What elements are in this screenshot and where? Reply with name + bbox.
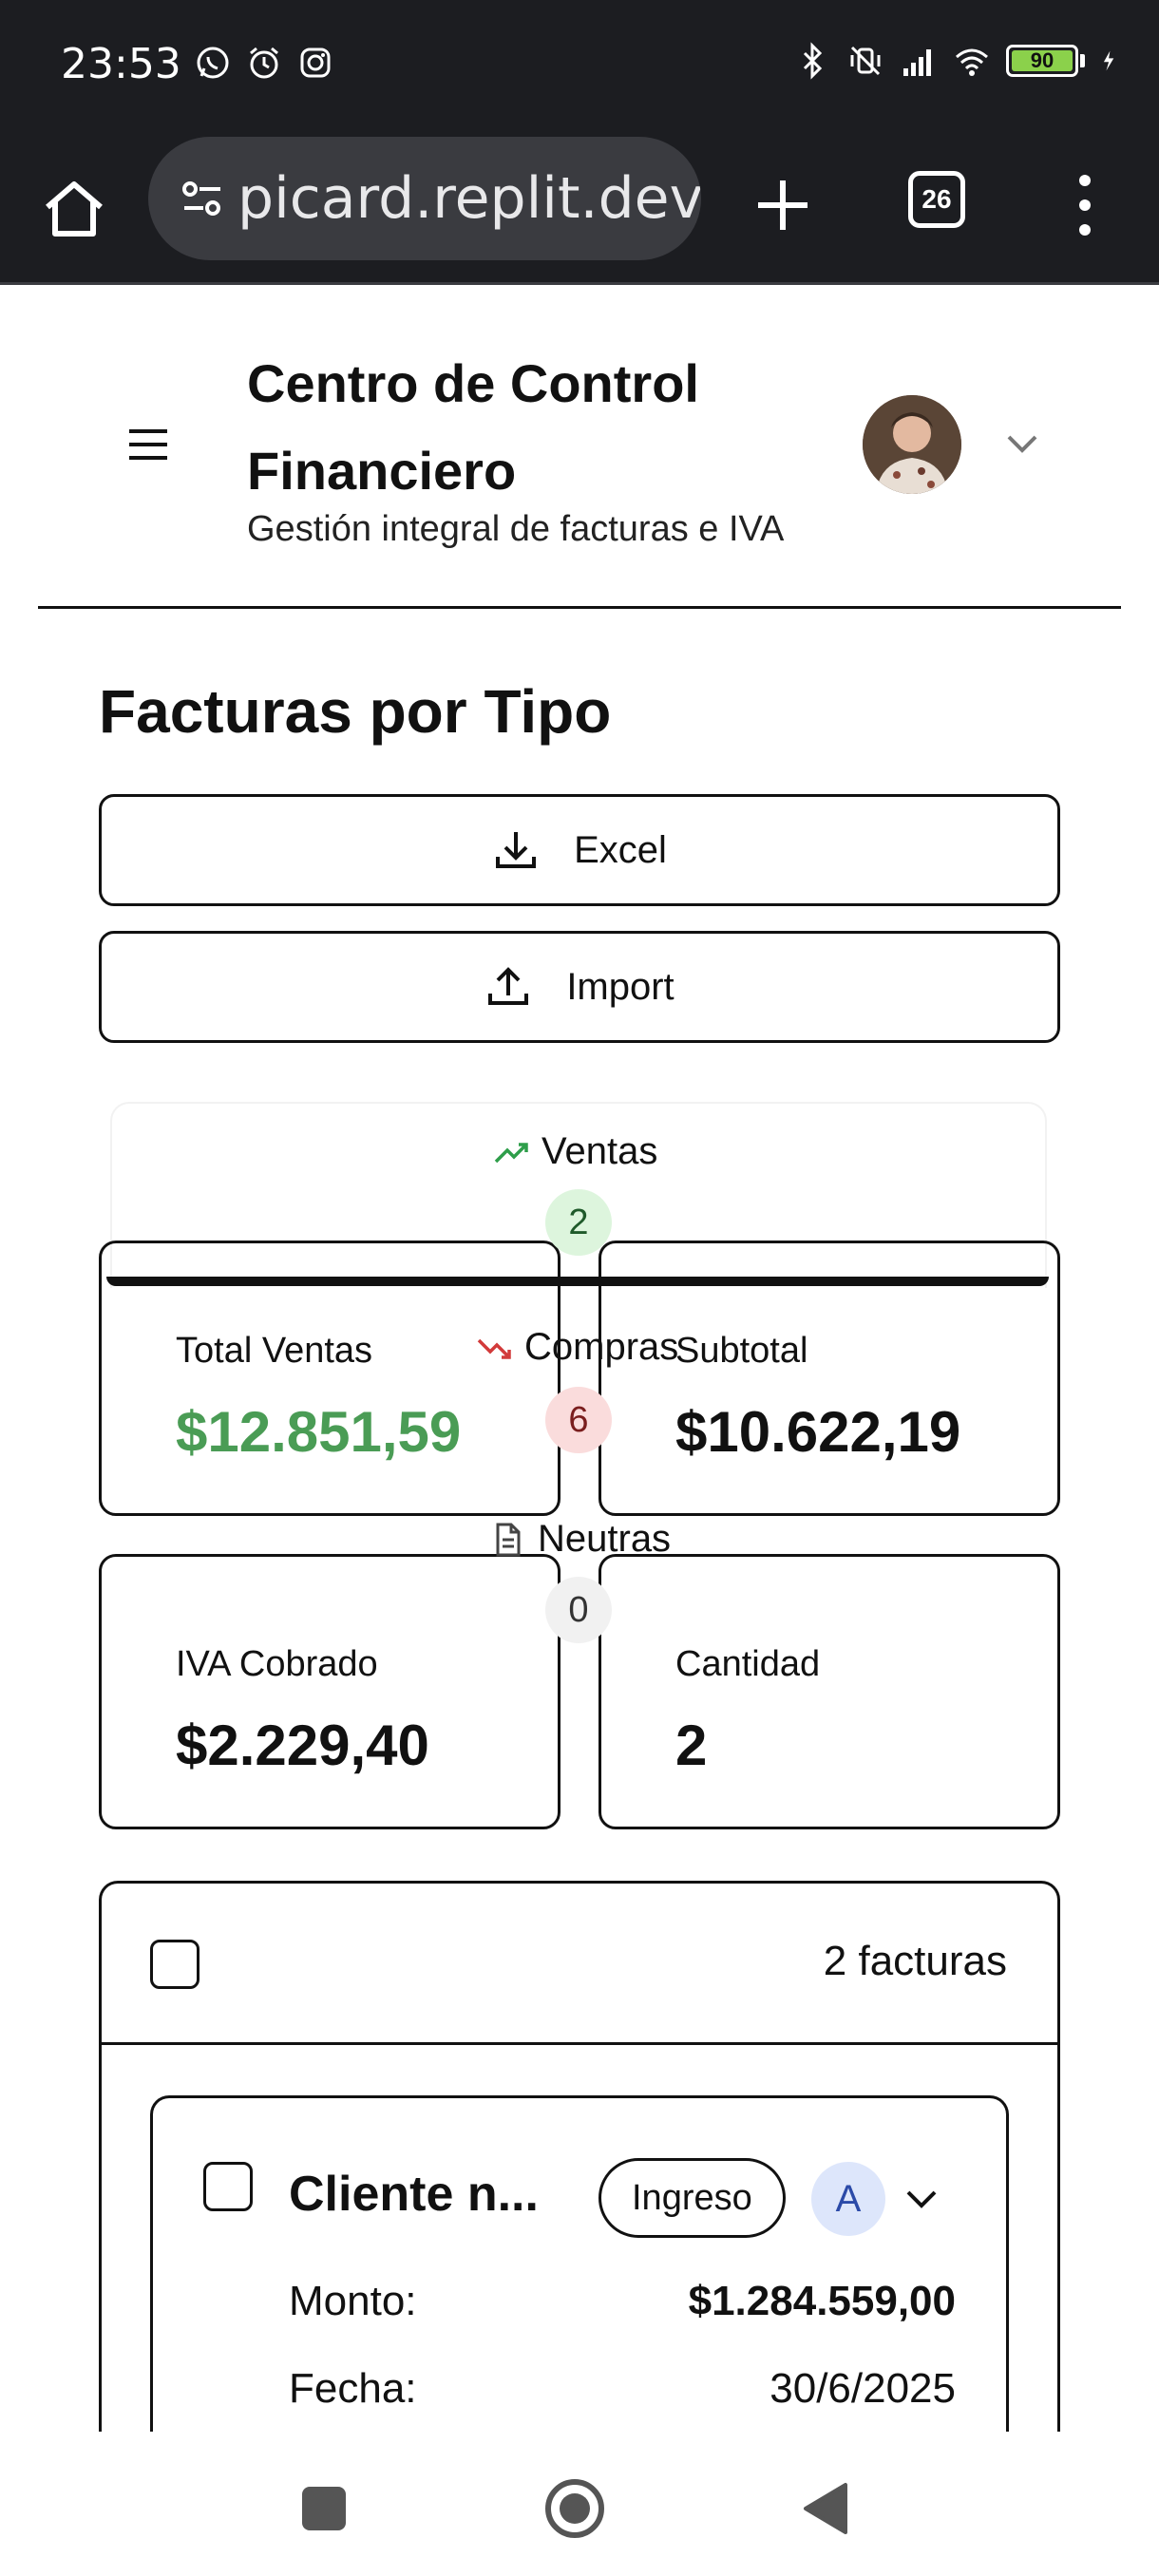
signal-icon: [903, 49, 931, 76]
trending-up-icon: [494, 1142, 528, 1163]
vibrate-off-icon: [850, 46, 881, 76]
iva-cobrado-value: $2.229,40: [176, 1714, 429, 1777]
fecha-value: 30/6/2025: [770, 2365, 956, 2412]
tab-compras-label: Compras: [524, 1326, 679, 1368]
iva-cobrado-label: IVA Cobrado: [176, 1644, 378, 1684]
select-all-checkbox[interactable]: [150, 1940, 200, 1989]
upload-icon: [488, 967, 529, 1005]
cantidad-label: Cantidad: [675, 1644, 821, 1684]
total-ventas-value: $12.851,59: [176, 1400, 462, 1464]
tab-ventas[interactable]: Ventas: [492, 1130, 657, 1173]
fecha-label: Fecha:: [289, 2365, 417, 2412]
address-bar[interactable]: picard.replit.dev: [148, 137, 701, 260]
subtotal-label: Subtotal: [675, 1331, 808, 1371]
section-title: Facturas por Tipo: [99, 677, 612, 746]
iva-cobrado-card: IVA Cobrado $2.229,40: [99, 1554, 560, 1829]
expand-chevron-icon[interactable]: [904, 2185, 939, 2213]
download-icon: [496, 832, 537, 868]
home-circle-icon[interactable]: [543, 2477, 606, 2540]
tab-neutras-label: Neutras: [538, 1518, 672, 1560]
subtotal-value: $10.622,19: [675, 1400, 961, 1464]
instagram-icon: [300, 47, 331, 78]
tab-compras-count: 6: [545, 1387, 612, 1453]
tab-compras[interactable]: Compras: [475, 1326, 678, 1369]
url-text[interactable]: picard.replit.dev: [238, 165, 701, 232]
hamburger-menu-icon[interactable]: [127, 427, 169, 462]
tab-ventas-count: 2: [545, 1189, 612, 1256]
app-title: Centro de Control Financiero: [247, 353, 699, 501]
status-time: 23:53: [61, 40, 181, 88]
monto-label: Monto:: [289, 2278, 417, 2324]
recents-button[interactable]: [302, 2487, 346, 2530]
header-divider: [38, 606, 1121, 609]
back-triangle-icon[interactable]: [800, 2481, 849, 2536]
user-avatar[interactable]: [863, 395, 961, 494]
status-bar: 23:53 90: [0, 0, 1159, 133]
total-ventas-label: Total Ventas: [176, 1331, 373, 1371]
alarm-icon: [250, 47, 278, 79]
cantidad-value: 2: [675, 1714, 708, 1777]
invoice-count: 2 facturas: [823, 1938, 1007, 1984]
invoice-type-badge: Ingreso: [598, 2158, 786, 2238]
subtotal-card: Subtotal $10.622,19: [598, 1241, 1060, 1516]
system-nav-bar: [0, 2432, 1159, 2576]
site-settings-icon[interactable]: [175, 170, 232, 227]
invoice-client-name: Cliente n...: [289, 2167, 539, 2222]
browser-toolbar: picard.replit.dev 26: [0, 133, 1159, 285]
tab-neutras[interactable]: Neutras: [488, 1518, 671, 1561]
battery-level: 90: [1012, 48, 1073, 72]
more-menu-icon[interactable]: [1066, 167, 1104, 243]
new-tab-icon[interactable]: [750, 173, 815, 237]
excel-export-button[interactable]: Excel: [99, 794, 1060, 906]
bluetooth-icon: [803, 42, 823, 80]
import-button-label: Import: [566, 965, 674, 1008]
wifi-icon: [956, 48, 988, 76]
import-button[interactable]: Import: [99, 931, 1060, 1043]
cantidad-card: Cantidad 2: [598, 1554, 1060, 1829]
monto-value: $1.284.559,00: [688, 2278, 956, 2324]
home-icon[interactable]: [38, 173, 110, 245]
invoice-checkbox[interactable]: [203, 2162, 253, 2211]
charging-icon: [1103, 50, 1114, 71]
total-ventas-card: Total Ventas $12.851,59: [99, 1241, 560, 1516]
chevron-down-icon[interactable]: [1003, 429, 1041, 458]
tab-switcher-button[interactable]: 26: [908, 171, 965, 228]
app-subtitle: Gestión integral de facturas e IVA: [247, 509, 785, 549]
list-header-divider: [99, 2042, 1060, 2045]
invoice-letter-badge: A: [811, 2162, 885, 2236]
tab-ventas-label: Ventas: [542, 1130, 658, 1172]
excel-button-label: Excel: [574, 828, 667, 871]
whatsapp-icon: [197, 47, 229, 79]
battery-icon: 90: [1006, 45, 1085, 77]
trending-down-icon: [477, 1338, 511, 1359]
document-icon: [496, 1523, 521, 1556]
tab-neutras-count: 0: [545, 1577, 612, 1643]
